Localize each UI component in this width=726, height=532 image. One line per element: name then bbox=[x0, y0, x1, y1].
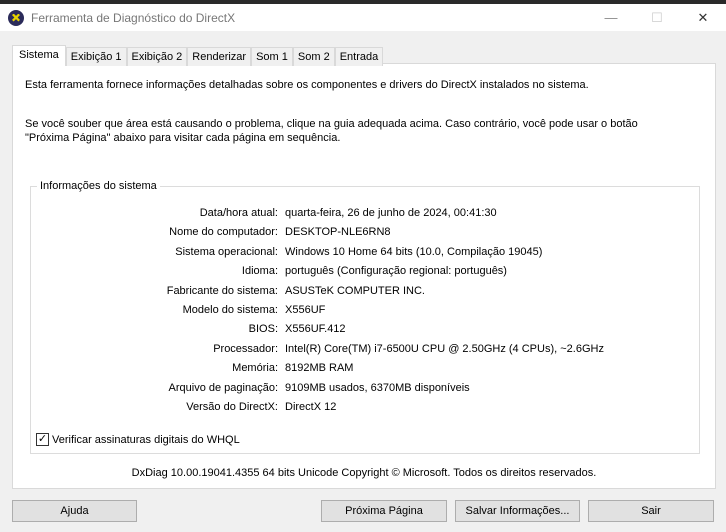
save-info-button[interactable]: Salvar Informações... bbox=[455, 500, 580, 522]
info-value: Intel(R) Core(TM) i7-6500U CPU @ 2.50GHz… bbox=[285, 342, 604, 355]
group-title: Informações do sistema bbox=[37, 180, 160, 192]
help-button[interactable]: Ajuda bbox=[12, 500, 137, 522]
info-label: Arquivo de paginação: bbox=[168, 381, 278, 394]
exit-button[interactable]: Sair bbox=[588, 500, 714, 522]
info-value: 9109MB usados, 6370MB disponíveis bbox=[285, 381, 470, 394]
info-row: Sistema operacional: Windows 10 Home 64 b… bbox=[31, 246, 691, 260]
tab-renderizar[interactable]: Renderizar bbox=[187, 47, 252, 66]
whql-checkbox[interactable]: ✓ Verificar assinaturas digitais do WHQL bbox=[36, 433, 240, 446]
tab-panel-sistema: Esta ferramenta fornece informações deta… bbox=[12, 63, 716, 489]
close-button[interactable]: ✕ bbox=[680, 4, 726, 31]
instructions-text: Se você souber que área está causando o … bbox=[25, 118, 638, 144]
tab-sistema[interactable]: Sistema bbox=[12, 45, 66, 66]
info-row: Arquivo de paginação: 9109MB usados, 6370… bbox=[31, 382, 691, 396]
info-value: DirectX 12 bbox=[285, 401, 337, 413]
info-label: Modelo do sistema: bbox=[182, 304, 278, 316]
info-row: Memória: 8192MB RAM bbox=[31, 362, 691, 376]
whql-label: Verificar assinaturas digitais do WHQL bbox=[52, 433, 240, 446]
info-label: Versão do DirectX: bbox=[186, 401, 278, 413]
info-row: Processador: Intel(R) Core(TM) i7-6500U C… bbox=[31, 343, 691, 357]
directx-icon bbox=[8, 9, 24, 26]
copyright-footer: DxDiag 10.00.19041.4355 64 bits Unicode … bbox=[131, 467, 597, 479]
info-row: Data/hora atual: quarta-feira, 26 de junh… bbox=[31, 207, 691, 221]
info-value: X556UF.412 bbox=[285, 323, 346, 336]
info-row: Nome do computador: DESKTOP-NLE6RN8 bbox=[31, 226, 691, 240]
tab-exibicao-1[interactable]: Exibição 1 bbox=[65, 47, 127, 66]
tab-bar: Sistema Exibição 1 Exibição 2 Renderizar… bbox=[12, 45, 384, 66]
info-label: Fabricante do sistema: bbox=[166, 284, 278, 297]
window-title: Ferramenta de Diagnóstico do DirectX bbox=[31, 10, 236, 25]
info-label: BIOS: bbox=[248, 323, 278, 336]
info-row: Modelo do sistema: X556UF bbox=[31, 304, 691, 318]
info-label: Processador: bbox=[213, 342, 278, 355]
info-value: DESKTOP-NLE6RN8 bbox=[285, 226, 391, 239]
checkbox-check-icon[interactable]: ✓ bbox=[36, 433, 49, 446]
info-label: Memória: bbox=[232, 362, 278, 375]
info-value: 8192MB RAM bbox=[285, 362, 354, 375]
info-label: Nome do computador: bbox=[169, 226, 278, 239]
tab-exibicao-2[interactable]: Exibição 2 bbox=[126, 47, 188, 66]
info-value: Windows 10 Home 64 bits (10.0, Compilaçã… bbox=[285, 245, 543, 258]
tab-entrada[interactable]: Entrada bbox=[334, 47, 384, 66]
minimize-button[interactable]: — bbox=[588, 4, 634, 31]
info-value: ASUSTeK COMPUTER INC. bbox=[285, 284, 425, 297]
info-row: BIOS: X556UF.412 bbox=[31, 323, 691, 337]
maximize-button[interactable]: ☐ bbox=[634, 4, 680, 31]
title-bar: Ferramenta de Diagnóstico do DirectX — ☐… bbox=[0, 4, 726, 31]
next-page-button[interactable]: Próxima Página bbox=[321, 500, 447, 522]
info-label: Sistema operacional: bbox=[175, 245, 278, 258]
info-label: Data/hora atual: bbox=[199, 207, 278, 219]
tab-som-1[interactable]: Som 1 bbox=[251, 47, 293, 66]
info-value: português (Configuração regional: portug… bbox=[285, 265, 507, 278]
intro-text: Esta ferramenta fornece informações deta… bbox=[25, 79, 589, 91]
system-info-group: Informações do sistema Data/hora atual: q… bbox=[30, 180, 700, 454]
info-value: quarta-feira, 26 de junho de 2024, 00:41… bbox=[285, 207, 497, 219]
info-row: Idioma: português (Configuração regional:… bbox=[31, 265, 691, 279]
tab-som-2[interactable]: Som 2 bbox=[292, 47, 335, 66]
info-row: Versão do DirectX: DirectX 12 bbox=[31, 401, 691, 415]
info-value: X556UF bbox=[285, 304, 326, 316]
info-label: Idioma: bbox=[241, 265, 278, 278]
info-row: Fabricante do sistema: ASUSTeK COMPUTER I… bbox=[31, 285, 691, 299]
